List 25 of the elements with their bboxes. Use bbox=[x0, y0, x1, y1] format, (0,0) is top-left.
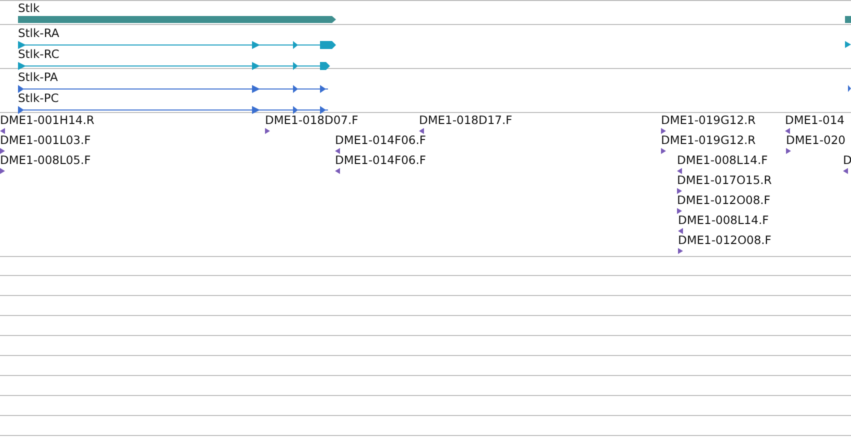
feature-label: D bbox=[843, 154, 851, 167]
feature-label: DME1-008L05.F bbox=[0, 154, 91, 167]
feature-label: DME1-017O15.R bbox=[677, 174, 772, 187]
feature-label: DME1-019G12.R bbox=[661, 114, 756, 127]
feature-label: DME1-014F06.F bbox=[335, 134, 426, 147]
feature-label: DME1-018D17.F bbox=[419, 114, 512, 127]
feature-label: DME1-018D07.F bbox=[265, 114, 358, 127]
feature-label: DME1-019G12.R bbox=[661, 134, 756, 147]
feature-label: Stlk-RC bbox=[18, 48, 60, 61]
feature-label: Stlk-PA bbox=[18, 71, 58, 84]
feature-edge-icon bbox=[845, 41, 851, 48]
feature-label: Stlk-PC bbox=[18, 92, 59, 105]
gene-bar bbox=[845, 16, 851, 23]
feature-label: Stlk bbox=[18, 2, 40, 15]
feature-label: DME1-001H14.R bbox=[0, 114, 94, 127]
feature-label: Stlk-RA bbox=[18, 27, 60, 40]
feature-label: DME1-014 bbox=[785, 114, 844, 127]
feature-label: DME1-001L03.F bbox=[0, 134, 91, 147]
feature-label: DME1-020 bbox=[786, 134, 846, 147]
feature-edge-icon bbox=[848, 85, 851, 92]
feature-label: DME1-012O08.F bbox=[678, 234, 772, 247]
feature-label: DME1-014F06.F bbox=[335, 154, 426, 167]
feature-label: DME1-012O08.F bbox=[677, 194, 770, 207]
feature-label: DME1-008L14.F bbox=[678, 214, 769, 227]
feature-label: DME1-008L14.F bbox=[677, 154, 768, 167]
